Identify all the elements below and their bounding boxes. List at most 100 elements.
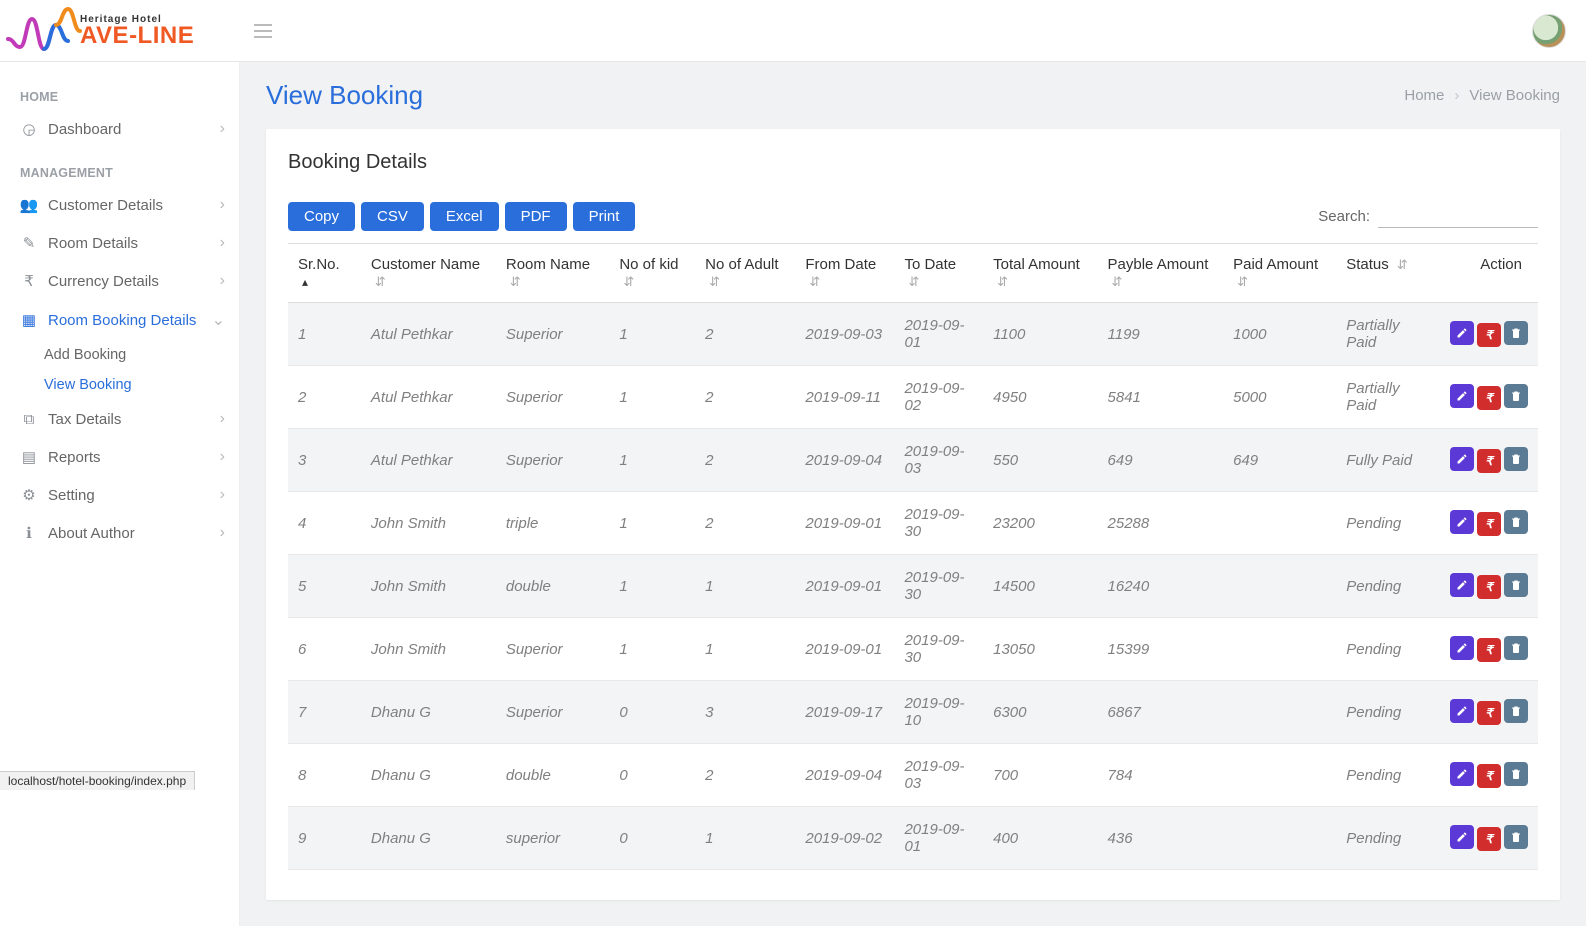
cell-actions: ₹ <box>1437 807 1538 870</box>
sidebar-item-setting[interactable]: ⚙Setting› <box>0 476 239 514</box>
rupee-icon: ₹ <box>1485 454 1493 468</box>
column-header[interactable]: Paid Amount <box>1223 244 1336 303</box>
payment-button[interactable]: ₹ <box>1477 323 1501 347</box>
edit-button[interactable] <box>1450 636 1474 660</box>
edit-button[interactable] <box>1450 384 1474 408</box>
sidebar-item-room-booking-details[interactable]: ▦Room Booking Details⌄ <box>0 300 239 340</box>
delete-button[interactable] <box>1504 573 1528 597</box>
cell-to: 2019-09-01 <box>894 303 983 366</box>
sidebar-group-label: HOME <box>0 84 239 110</box>
sidebar-item-reports[interactable]: ▤Reports› <box>0 438 239 476</box>
cell-kid: 0 <box>609 807 695 870</box>
sort-icon <box>510 275 521 288</box>
payment-button[interactable]: ₹ <box>1477 701 1501 725</box>
avatar[interactable] <box>1532 14 1566 48</box>
column-header[interactable]: Payble Amount <box>1098 244 1224 303</box>
column-header[interactable]: Room Name <box>496 244 609 303</box>
column-label: No of Adult <box>705 256 778 273</box>
edit-button[interactable] <box>1450 825 1474 849</box>
sort-icon <box>997 275 1008 288</box>
delete-button[interactable] <box>1504 447 1528 471</box>
column-header[interactable]: Action <box>1437 244 1538 303</box>
payment-button[interactable]: ₹ <box>1477 827 1501 851</box>
sidebar-item-customer-details[interactable]: 👥Customer Details› <box>0 186 239 224</box>
payment-button[interactable]: ₹ <box>1477 575 1501 599</box>
column-header[interactable]: No of Adult <box>695 244 795 303</box>
payment-button[interactable]: ₹ <box>1477 512 1501 536</box>
dashboard-icon: ◶ <box>18 120 40 138</box>
cell-from: 2019-09-17 <box>795 681 894 744</box>
cell-from: 2019-09-02 <box>795 807 894 870</box>
pdf-button[interactable]: PDF <box>505 202 567 231</box>
delete-button[interactable] <box>1504 321 1528 345</box>
sidebar-item-room-details[interactable]: ✎Room Details› <box>0 224 239 262</box>
sidebar-item-about-author[interactable]: ℹAbout Author› <box>0 514 239 552</box>
sidebar-item-tax-details[interactable]: ⧉Tax Details› <box>0 400 239 438</box>
cell-total: 6300 <box>983 681 1097 744</box>
cell-total: 1100 <box>983 303 1097 366</box>
delete-button[interactable] <box>1504 699 1528 723</box>
payment-button[interactable]: ₹ <box>1477 764 1501 788</box>
cell-status: Partially Paid <box>1336 366 1437 429</box>
payment-button[interactable]: ₹ <box>1477 386 1501 410</box>
column-header[interactable]: Sr.No. <box>288 244 361 303</box>
delete-button[interactable] <box>1504 384 1528 408</box>
edit-button[interactable] <box>1450 573 1474 597</box>
cell-adult: 2 <box>695 429 795 492</box>
cell-paid <box>1223 744 1336 807</box>
cell-status: Pending <box>1336 555 1437 618</box>
edit-button[interactable] <box>1450 762 1474 786</box>
delete-button[interactable] <box>1504 510 1528 534</box>
rupee-icon: ₹ <box>1485 832 1493 846</box>
breadcrumb: Home › View Booking <box>1404 87 1560 104</box>
pencil-icon <box>1456 516 1468 528</box>
cell-status: Fully Paid <box>1336 429 1437 492</box>
edit-button[interactable] <box>1450 510 1474 534</box>
column-header[interactable]: Total Amount <box>983 244 1097 303</box>
column-header[interactable]: Status <box>1336 244 1437 303</box>
copy-button[interactable]: Copy <box>288 202 355 231</box>
trash-icon <box>1510 768 1522 780</box>
sidebar-item-currency-details[interactable]: ₹Currency Details› <box>0 262 239 300</box>
delete-button[interactable] <box>1504 636 1528 660</box>
column-header[interactable]: No of kid <box>609 244 695 303</box>
sidebar-item-label: Setting <box>48 487 220 504</box>
search-input[interactable] <box>1378 205 1538 228</box>
column-header[interactable]: From Date <box>795 244 894 303</box>
sidebar-item-label: Dashboard <box>48 121 220 138</box>
delete-button[interactable] <box>1504 825 1528 849</box>
sidebar-item-label: Currency Details <box>48 273 220 290</box>
payment-button[interactable]: ₹ <box>1477 638 1501 662</box>
export-button-group: CopyCSVExcelPDFPrint <box>288 202 635 231</box>
column-label: Total Amount <box>993 256 1080 273</box>
cell-kid: 1 <box>609 492 695 555</box>
csv-button[interactable]: CSV <box>361 202 424 231</box>
cell-from: 2019-09-01 <box>795 555 894 618</box>
edit-button[interactable] <box>1450 699 1474 723</box>
rupee-icon: ₹ <box>1485 517 1493 531</box>
edit-button[interactable] <box>1450 447 1474 471</box>
sidebar-item-label: Tax Details <box>48 411 220 428</box>
cell-sr: 5 <box>288 555 361 618</box>
column-header[interactable]: Customer Name <box>361 244 496 303</box>
column-header[interactable]: To Date <box>894 244 983 303</box>
cell-total: 550 <box>983 429 1097 492</box>
menu-toggle-icon[interactable] <box>254 19 278 43</box>
cell-customer: Atul Pethkar <box>361 429 496 492</box>
status-bar: localhost/hotel-booking/index.php <box>0 771 195 790</box>
table-row: 6John SmithSuperior112019-09-012019-09-3… <box>288 618 1538 681</box>
payment-button[interactable]: ₹ <box>1477 449 1501 473</box>
rupee-icon: ₹ <box>1485 580 1493 594</box>
table-row: 1Atul PethkarSuperior122019-09-032019-09… <box>288 303 1538 366</box>
brand[interactable]: Heritage Hotel AVE-LINE <box>0 0 240 62</box>
breadcrumb-item[interactable]: Home <box>1404 87 1444 104</box>
excel-button[interactable]: Excel <box>430 202 499 231</box>
print-button[interactable]: Print <box>573 202 636 231</box>
sidebar-subitem-view-booking[interactable]: View Booking <box>0 370 239 400</box>
delete-button[interactable] <box>1504 762 1528 786</box>
edit-button[interactable] <box>1450 321 1474 345</box>
rupee-icon: ₹ <box>1485 706 1493 720</box>
table-row: 2Atul PethkarSuperior122019-09-112019-09… <box>288 366 1538 429</box>
sidebar-item-dashboard[interactable]: ◶Dashboard› <box>0 110 239 148</box>
sidebar-subitem-add-booking[interactable]: Add Booking <box>0 340 239 370</box>
